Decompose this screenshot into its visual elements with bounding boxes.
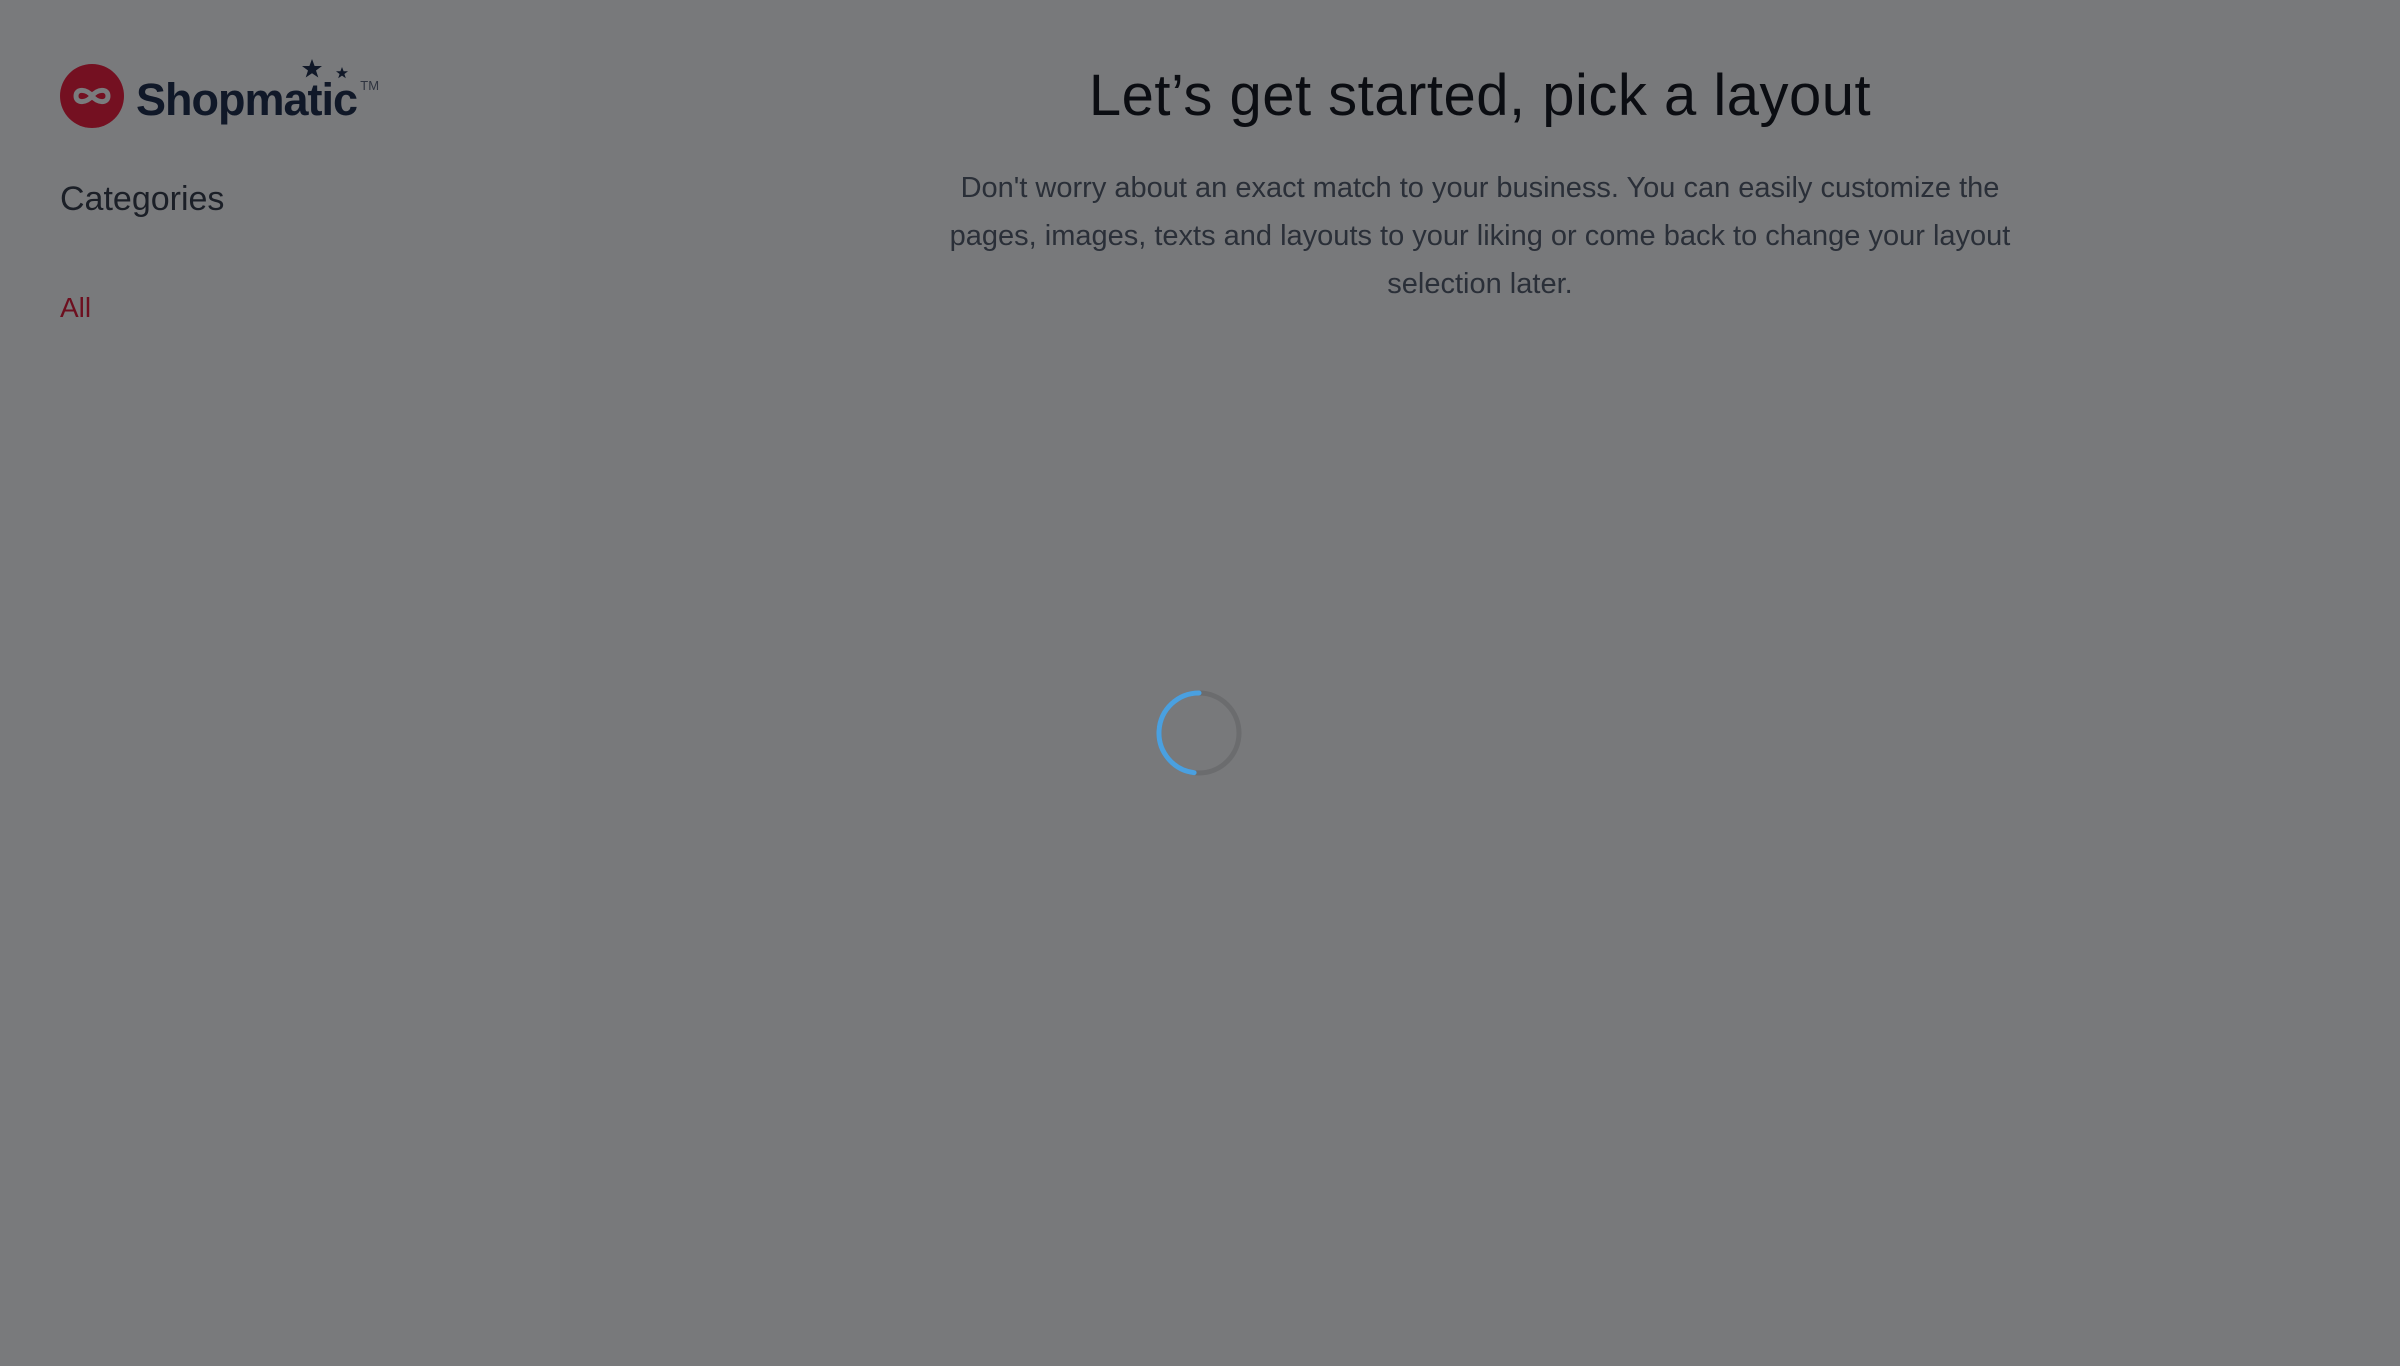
trademark-mark: TM xyxy=(360,77,380,93)
infinity-logo-icon xyxy=(60,64,124,128)
shopmatic-logo[interactable]: Shopmatic TM xyxy=(60,58,379,132)
category-item-all[interactable]: All xyxy=(60,292,91,324)
page-title: Let’s get started, pick a layout xyxy=(1088,63,1872,128)
loading-spinner-icon xyxy=(1156,690,1242,776)
stars-icon xyxy=(302,58,348,78)
main-content: Let’s get started, pick a layout Don't w… xyxy=(560,0,2400,1366)
page-subtitle: Don't worry about an exact match to your… xyxy=(949,172,2011,300)
page: Shopmatic TM Categories All Let’s get st… xyxy=(0,0,2400,1366)
sidebar: Shopmatic TM Categories All xyxy=(0,0,560,1366)
categories-heading: Categories xyxy=(60,180,225,218)
logo-wordmark: Shopmatic TM xyxy=(136,58,379,122)
